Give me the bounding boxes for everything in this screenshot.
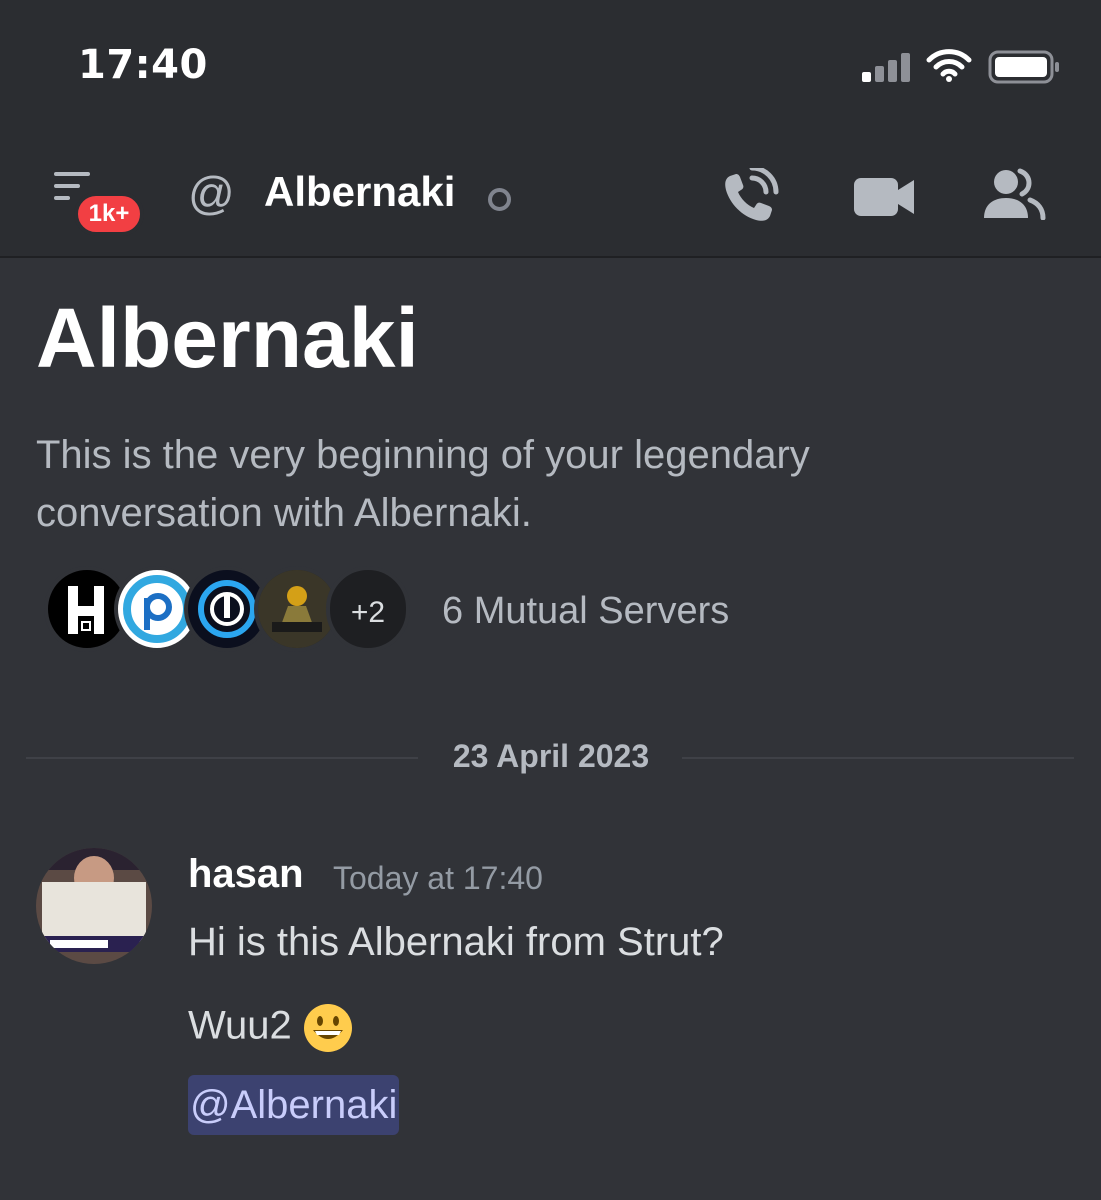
user-mention[interactable]: @Albernaki — [188, 1075, 400, 1135]
voice-call-icon[interactable] — [720, 168, 784, 226]
more-servers-button[interactable]: +2 — [326, 566, 410, 652]
offline-status-icon — [488, 188, 511, 211]
dm-intro-title: Albernaki — [36, 291, 419, 385]
unread-badge: 1k+ — [74, 192, 144, 236]
wifi-icon — [926, 49, 972, 82]
message-timestamp: Today at 17:40 — [333, 860, 543, 896]
divider-line — [26, 757, 418, 759]
cellular-signal-icon — [862, 52, 914, 82]
dm-screen: 17:40 1k+ @ Albernaki Albernaki This is … — [0, 0, 1101, 1200]
at-icon: @ — [188, 167, 235, 219]
battery-icon — [988, 50, 1059, 84]
header-title[interactable]: Albernaki — [264, 168, 455, 216]
dm-intro-description: This is the very beginning of your legen… — [36, 433, 810, 535]
avatar[interactable] — [36, 848, 152, 964]
message-author[interactable]: hasan — [188, 852, 304, 897]
date-divider: 23 April 2023 — [452, 738, 650, 774]
grinning-face-emoji-icon — [303, 1004, 352, 1052]
channel-header: 1k+ @ Albernaki — [0, 130, 1101, 258]
mutual-servers-list[interactable]: +2 — [44, 566, 424, 656]
status-bar: 17:40 — [0, 0, 1101, 130]
divider-line — [682, 757, 1074, 759]
message-text: Hi is this Albernaki from Strut? — [188, 920, 724, 964]
status-time: 17:40 — [78, 42, 208, 88]
message-text: Wuu2 — [188, 1003, 292, 1048]
mutual-servers-label[interactable]: 6 Mutual Servers — [442, 590, 729, 633]
video-call-icon[interactable] — [852, 176, 916, 218]
menu-button[interactable]: 1k+ — [52, 170, 146, 236]
message-text-line: Wuu2 — [188, 1002, 354, 1054]
members-icon[interactable] — [982, 168, 1046, 220]
